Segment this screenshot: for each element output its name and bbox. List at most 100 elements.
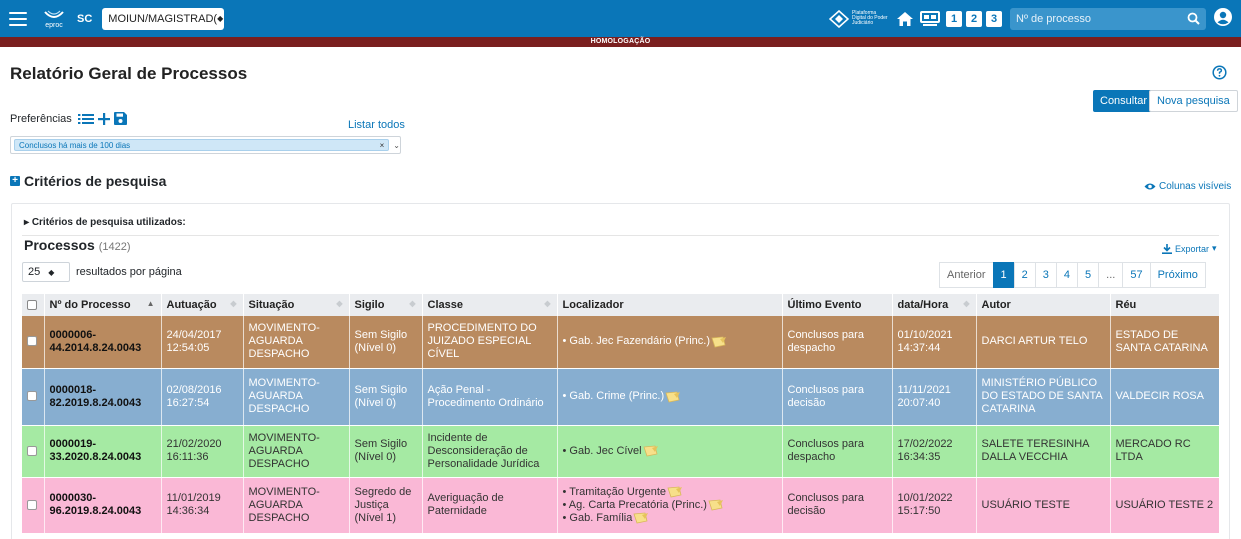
colunas-visiveis-link[interactable]: Colunas visíveis [1144, 181, 1231, 192]
quick-button-1[interactable]: 1 [946, 10, 962, 27]
table-row[interactable]: 0000030-96.2019.8.24.0043 11/01/2019 14:… [22, 477, 1220, 534]
save-icon[interactable] [113, 112, 127, 125]
column-header-label: Réu [1115, 299, 1137, 311]
table-row[interactable]: 0000019-33.2020.8.24.0043 21/02/2020 16:… [22, 425, 1220, 478]
autor-cell: USUÁRIO TESTE [976, 477, 1111, 534]
sticky-note-icon[interactable] [708, 499, 724, 511]
home-icon[interactable] [896, 11, 914, 27]
exportar-button[interactable]: Exportar ▾ [1162, 243, 1217, 254]
per-page-select[interactable]: 25 ◆ [22, 262, 70, 282]
sort-icon[interactable]: ◆ [336, 299, 342, 308]
pdpj-diamond-icon [829, 9, 849, 28]
panel-icon[interactable] [920, 10, 940, 27]
eproc-logo[interactable]: eproc [43, 6, 65, 32]
localizador-cell: • Tramitação Urgente • Ag. Carta Precató… [557, 477, 783, 534]
user-icon[interactable] [1214, 8, 1232, 29]
pagination-page[interactable]: 4 [1055, 262, 1079, 288]
situacao-cell: MOVIMENTO-AGUARDA DESPACHO [243, 477, 350, 534]
column-header-autuacao[interactable]: Autuação ◆ [161, 294, 244, 316]
column-header-classe[interactable]: Classe ◆ [422, 294, 558, 316]
pagination-page[interactable]: 3 [1034, 262, 1057, 288]
localizador-item: • Ag. Carta Precatória (Princ.) [563, 499, 777, 512]
pagination-prev[interactable]: Anterior [939, 262, 994, 288]
column-header-data-hora[interactable]: data/Hora ◆ [892, 294, 977, 316]
quick-button-2[interactable]: 2 [966, 10, 982, 27]
preference-tag-label: Conclusos há mais de 100 dias [19, 140, 131, 150]
sticky-note-icon[interactable] [711, 336, 727, 348]
column-header-sigilo[interactable]: Sigilo ◆ [349, 294, 423, 316]
chevron-down-icon[interactable]: ⌄ [393, 141, 400, 150]
localizador-item: • Gab. Crime (Princ.) [563, 390, 777, 403]
sticky-note-icon[interactable] [667, 486, 683, 498]
pagination-page[interactable]: 57 [1122, 262, 1151, 288]
process-number-link[interactable]: 0000019-33.2020.8.24.0043 [44, 425, 162, 478]
row-checkbox[interactable] [27, 391, 37, 402]
exportar-label: Exportar [1175, 243, 1210, 254]
state-label: SC [77, 12, 93, 25]
pagination-page[interactable]: 1 [992, 262, 1015, 288]
plus-icon[interactable] [97, 112, 110, 125]
nova-pesquisa-button[interactable]: Nova pesquisa [1149, 90, 1238, 112]
column-header-numero[interactable]: Nº do Processo ▲ [44, 294, 162, 316]
sort-icon[interactable]: ◆ [963, 299, 969, 308]
autuacao-cell: 02/08/2016 16:27:54 [161, 368, 244, 426]
criterios-utilizados-toggle[interactable]: ▸ Critérios de pesquisa utilizados: [24, 217, 186, 228]
row-select-cell [22, 477, 45, 534]
quick-button-3[interactable]: 3 [986, 10, 1002, 27]
criterios-section-toggle[interactable]: + Critérios de pesquisa [10, 173, 166, 189]
situacao-cell: MOVIMENTO-AGUARDA DESPACHO [243, 316, 350, 369]
column-header-label: Autor [981, 299, 1011, 311]
table-row[interactable]: 0000018-82.2019.8.24.0043 02/08/2016 16:… [22, 368, 1220, 426]
pagination-page[interactable]: 2 [1013, 262, 1036, 288]
sticky-note-icon[interactable] [633, 512, 649, 524]
sigilo-cell: Sem Sigilo (Nível 0) [349, 425, 423, 478]
colunas-visiveis-label: Colunas visíveis [1159, 181, 1232, 192]
search-icon[interactable] [1187, 12, 1200, 25]
preference-tag[interactable]: Conclusos há mais de 100 dias × [14, 139, 390, 151]
situacao-cell: MOVIMENTO-AGUARDA DESPACHO [243, 425, 350, 478]
sticky-note-icon[interactable] [643, 445, 659, 457]
classe-cell: Averiguação de Paternidade [422, 477, 558, 534]
expand-plus-icon[interactable]: + [10, 176, 20, 186]
process-search-input[interactable]: Nº de processo [1010, 7, 1206, 30]
column-header-localizador: Localizador [557, 294, 783, 316]
remove-tag-icon[interactable]: × [380, 141, 385, 150]
column-header-reu: Réu [1110, 294, 1220, 316]
pdpj-logo[interactable]: Plataforma Digital do Poder Judiciário [829, 9, 888, 28]
help-icon[interactable] [1212, 65, 1227, 83]
row-checkbox[interactable] [27, 445, 37, 456]
classe-cell: Incidente de Desconsideração de Personal… [422, 425, 558, 478]
process-number-link[interactable]: 0000018-82.2019.8.24.0043 [44, 368, 162, 426]
process-number-link[interactable]: 0000030-96.2019.8.24.0043 [44, 477, 162, 534]
pagination-page[interactable]: 5 [1077, 262, 1100, 288]
pagination-next[interactable]: Próximo [1149, 262, 1206, 288]
column-header-ultimo-evento: Último Evento [782, 294, 893, 316]
column-header-label: Localizador [562, 299, 624, 311]
sort-icon[interactable]: ◆ [230, 299, 236, 308]
row-checkbox[interactable] [27, 499, 37, 510]
processos-title: Processos [24, 237, 95, 253]
top-navbar: eproc SC MOIUN/MAGISTRAD( ◆ Plataforma D… [0, 0, 1241, 37]
localizador-label: • Gab. Crime (Princ.) [562, 390, 665, 402]
listar-todos-link[interactable]: Listar todos [348, 119, 405, 131]
list-icon[interactable] [77, 113, 94, 125]
preference-select[interactable]: Conclusos há mais de 100 dias × ⌄ [10, 136, 401, 154]
select-all-checkbox[interactable] [27, 300, 37, 311]
sort-icon[interactable]: ◆ [544, 299, 550, 308]
classe-cell: PROCEDIMENTO DO JUIZADO ESPECIAL CÍVEL [422, 316, 558, 369]
sort-icon[interactable]: ◆ [409, 299, 415, 308]
menu-icon[interactable] [9, 11, 27, 26]
column-header-label: Sigilo [354, 299, 385, 311]
sticky-note-icon[interactable] [665, 391, 681, 403]
row-checkbox[interactable] [27, 336, 37, 347]
reu-cell: VALDECIR ROSA [1110, 368, 1220, 426]
process-number-link[interactable]: 0000006-44.2014.8.24.0043 [44, 316, 162, 369]
ultimo-evento-cell: Conclusos para decisão [782, 368, 893, 426]
consultar-button[interactable]: Consultar [1093, 90, 1155, 112]
sort-asc-icon[interactable]: ▲ [147, 299, 155, 308]
results-per-page: 25 ◆ resultados por página [22, 262, 182, 282]
localizador-label: • Gab. Família [562, 511, 633, 524]
table-row[interactable]: 0000006-44.2014.8.24.0043 24/04/2017 12:… [22, 316, 1220, 369]
column-header-situacao[interactable]: Situação ◆ [243, 294, 350, 316]
profile-select[interactable]: MOIUN/MAGISTRAD( ◆ [102, 7, 225, 30]
